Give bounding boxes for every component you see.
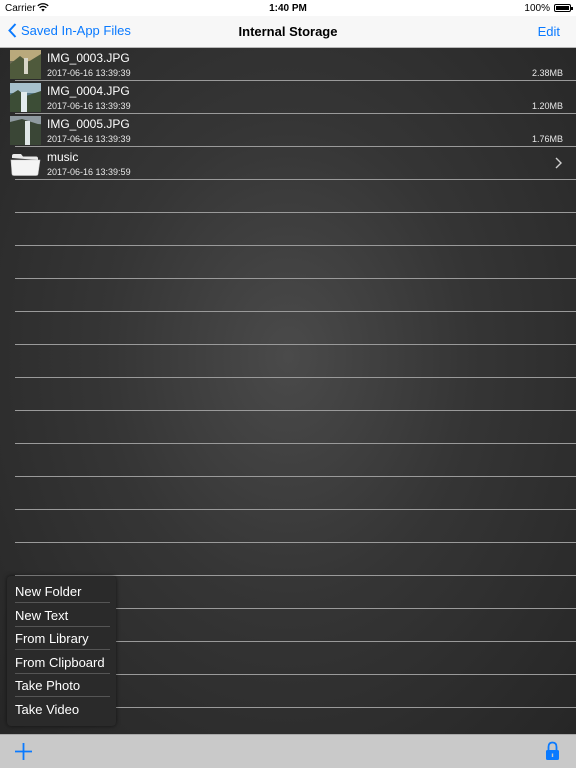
file-date: 2017-06-16 13:39:39 [47, 68, 131, 78]
file-date: 2017-06-16 13:39:59 [47, 167, 131, 177]
lock-icon[interactable] [545, 741, 560, 761]
row-divider [15, 212, 576, 213]
menu-item-new-text[interactable]: New Text [7, 604, 116, 627]
row-divider [15, 311, 576, 312]
add-menu: New Folder New Text From Library From Cl… [7, 576, 116, 726]
row-divider [15, 344, 576, 345]
row-divider [15, 179, 576, 180]
file-row[interactable]: IMG_0004.JPG 2017-06-16 13:39:39 1.20MB [0, 81, 576, 114]
battery-percentage: 100% [524, 3, 550, 14]
file-date: 2017-06-16 13:39:39 [47, 134, 131, 144]
row-divider [15, 410, 576, 411]
menu-divider [15, 649, 110, 650]
edit-button[interactable]: Edit [538, 24, 560, 39]
chevron-right-icon [555, 157, 562, 169]
image-thumbnail [10, 116, 41, 145]
menu-item-take-photo[interactable]: Take Photo [7, 674, 116, 697]
menu-item-from-clipboard[interactable]: From Clipboard [7, 651, 116, 674]
page-title: Internal Storage [238, 24, 338, 39]
file-name: IMG_0003.JPG [47, 51, 130, 65]
menu-item-label: Take Video [15, 702, 80, 717]
row-divider [15, 443, 576, 444]
row-divider [15, 245, 576, 246]
file-name: IMG_0004.JPG [47, 84, 130, 98]
row-divider [15, 377, 576, 378]
menu-item-label: New Text [15, 608, 69, 623]
file-size: 1.20MB [531, 101, 563, 111]
folder-icon [10, 154, 41, 176]
menu-item-new-folder[interactable]: New Folder [7, 580, 116, 603]
folder-row[interactable]: music 2017-06-16 13:39:59 [0, 147, 576, 180]
file-name: IMG_0005.JPG [47, 117, 130, 131]
file-size: 1.76MB [531, 134, 563, 144]
row-divider [15, 278, 576, 279]
row-divider [15, 476, 576, 477]
file-size: 2.38MB [531, 68, 563, 78]
battery-icon [554, 4, 573, 12]
image-thumbnail [10, 83, 41, 112]
status-time: 1:40 PM [269, 3, 307, 14]
menu-item-label: From Clipboard [15, 655, 105, 670]
menu-divider [15, 602, 110, 603]
bottom-toolbar [0, 734, 576, 768]
menu-item-take-video[interactable]: Take Video [7, 698, 116, 721]
menu-item-from-library[interactable]: From Library [7, 627, 116, 650]
menu-divider [15, 696, 110, 697]
folder-name: music [47, 150, 79, 164]
navigation-bar: Saved In-App Files Internal Storage Edit [0, 16, 576, 48]
menu-item-label: Take Photo [15, 678, 81, 693]
file-date: 2017-06-16 13:39:39 [47, 101, 131, 111]
row-divider [15, 542, 576, 543]
file-row[interactable]: IMG_0003.JPG 2017-06-16 13:39:39 2.38MB [0, 48, 576, 81]
row-divider [15, 509, 576, 510]
menu-item-label: New Folder [15, 584, 82, 599]
file-row[interactable]: IMG_0005.JPG 2017-06-16 13:39:39 1.76MB [0, 114, 576, 147]
menu-item-label: From Library [15, 631, 89, 646]
plus-icon[interactable] [14, 742, 33, 761]
status-bar: Carrier 1:40 PM 100% [0, 0, 576, 16]
image-thumbnail [10, 50, 41, 79]
